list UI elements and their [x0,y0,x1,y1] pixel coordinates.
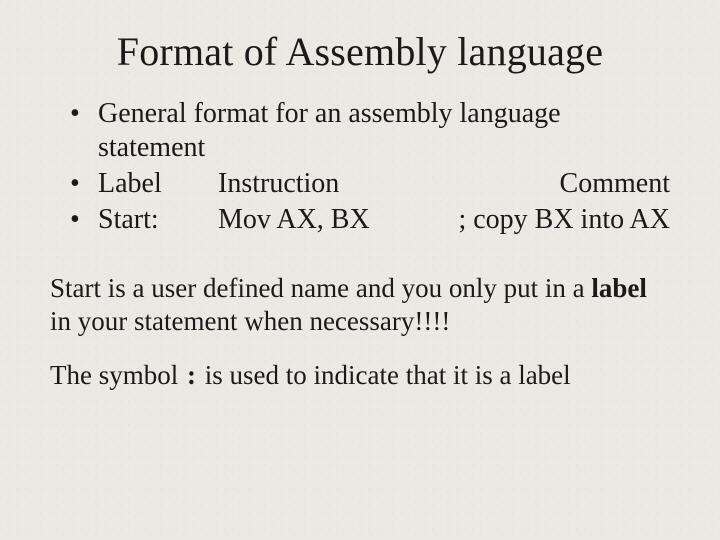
example-label: Start: [98,203,218,237]
header-label: Label [98,167,218,201]
paragraph-1: Start is a user defined name and you onl… [50,272,670,340]
bullet-item-1: General format for an assembly language … [98,97,670,165]
para2-pre: The symbol [50,360,185,390]
bullet-item-3: Start: Mov AX, BX ; copy BX into AX [98,203,670,237]
para1-pre: Start is a user defined name and you onl… [50,273,591,303]
header-comment: Comment [550,167,670,201]
para1-post: in your statement when necessary!!!! [50,306,450,336]
slide: Format of Assembly language General form… [0,0,720,540]
paragraph-2: The symbol : is used to indicate that it… [50,359,670,393]
colon-symbol: : [185,359,198,393]
para1-bold: label [591,273,647,303]
bullet-item-2: Label Instruction Comment [98,167,670,201]
bullet-list: General format for an assembly language … [50,97,670,238]
example-comment: ; copy BX into AX [430,203,670,237]
example-instruction: Mov AX, BX [218,203,430,237]
header-instruction: Instruction [218,167,550,201]
slide-title: Format of Assembly language [50,28,670,75]
para2-post: is used to indicate that it is a label [198,360,571,390]
